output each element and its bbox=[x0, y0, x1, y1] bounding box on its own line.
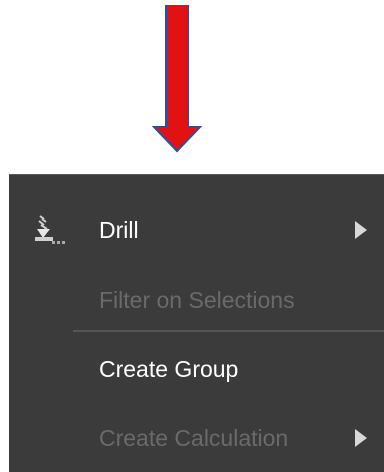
menu-item-filter-on-selections[interactable]: Filter on Selections bbox=[9, 271, 384, 331]
menu-item-drill-label: Drill bbox=[99, 217, 139, 243]
menu-item-create-calculation-label: Create Calculation bbox=[99, 425, 289, 451]
menu-item-filter-on-selections-label: Filter on Selections bbox=[99, 287, 295, 313]
submenu-arrow-icon bbox=[355, 429, 367, 447]
down-arrow-icon bbox=[152, 5, 202, 153]
drill-icon bbox=[35, 215, 65, 244]
context-menu: Drill Filter on Selections Create Group … bbox=[9, 174, 384, 472]
menu-separator bbox=[73, 330, 384, 332]
screenshot-stage: Drill Filter on Selections Create Group … bbox=[0, 0, 384, 472]
menu-item-create-group[interactable]: Create Group bbox=[9, 340, 384, 400]
menu-item-create-group-label: Create Group bbox=[99, 356, 239, 382]
menu-item-create-calculation[interactable]: Create Calculation bbox=[9, 409, 384, 469]
submenu-arrow-icon bbox=[355, 221, 367, 239]
menu-item-drill[interactable]: Drill bbox=[9, 201, 384, 261]
